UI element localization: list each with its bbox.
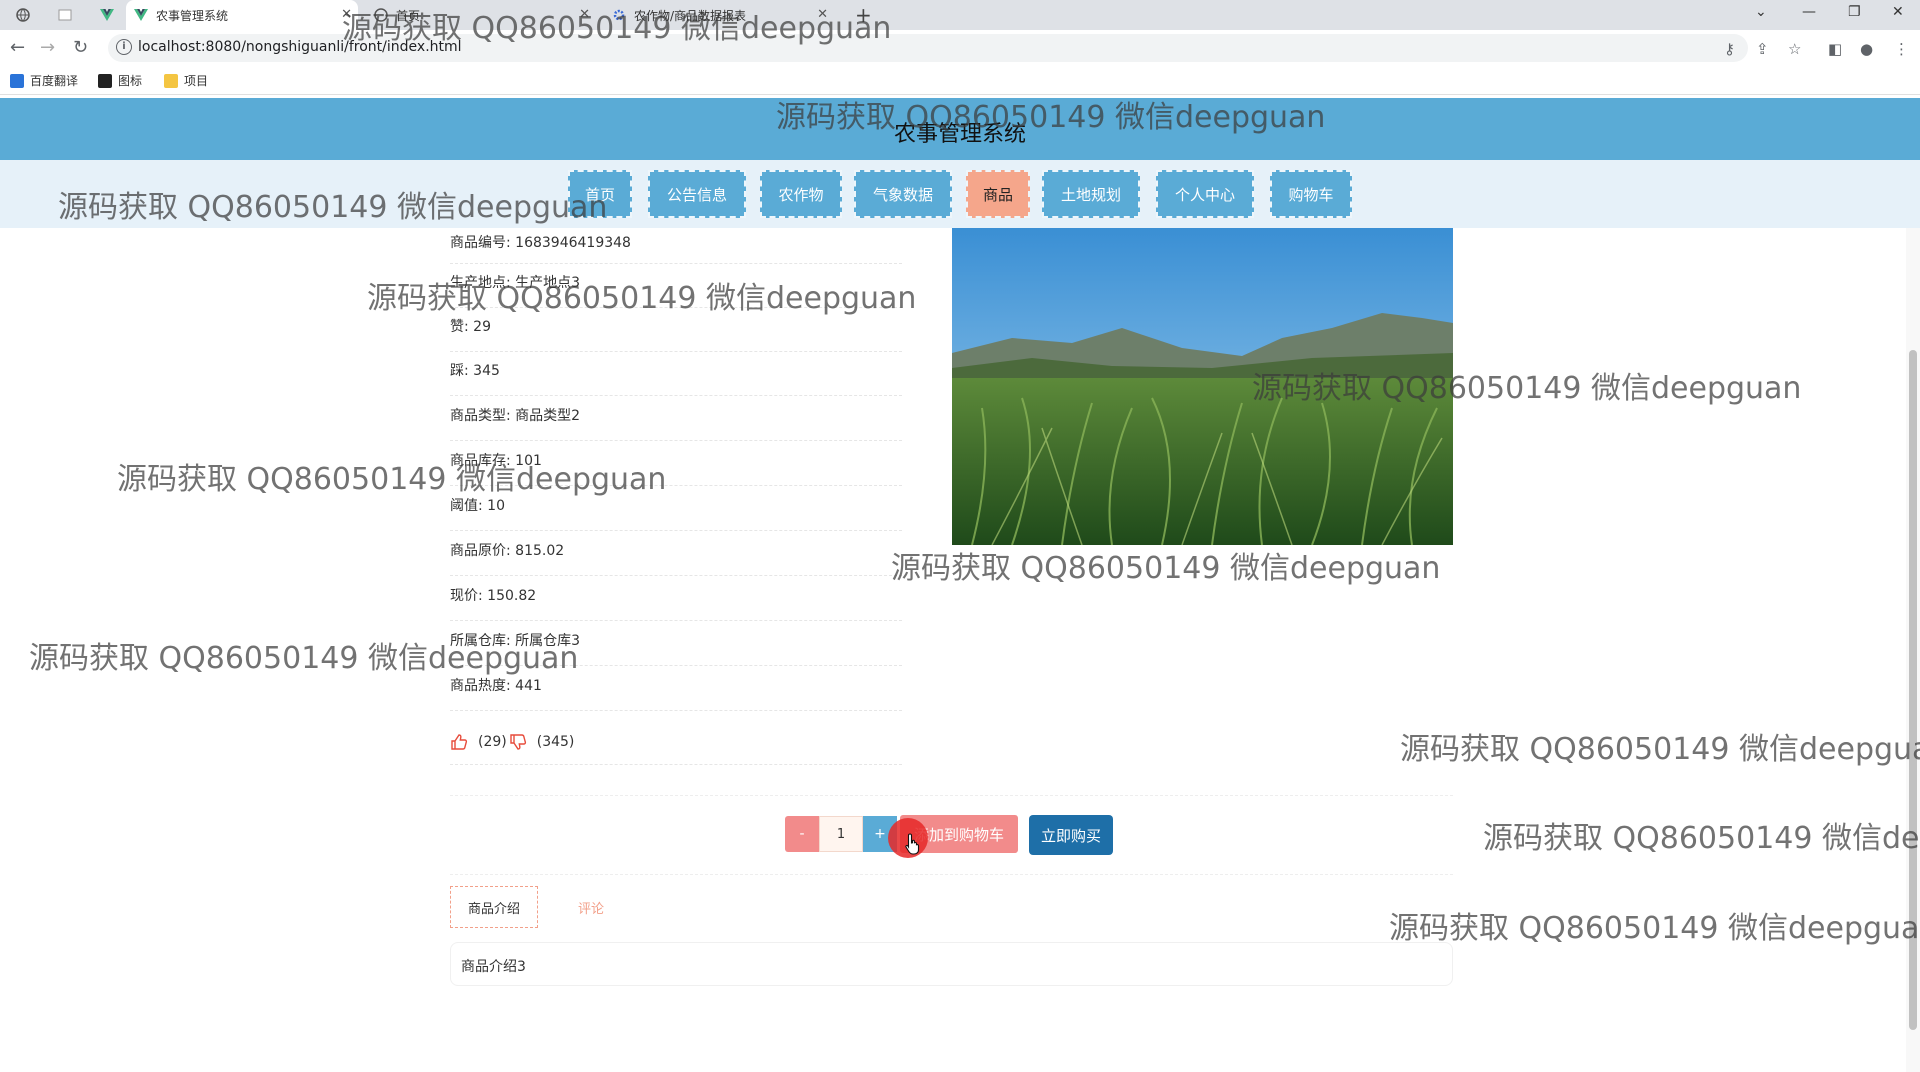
close-icon[interactable]: ✕ [579,7,590,22]
nav-home[interactable]: 首页 [568,170,632,218]
profile-icon[interactable]: ● [1860,40,1873,58]
bookmark-item[interactable]: 图标 [98,72,142,89]
browser-tab-strip: 农事管理系统 ✕ 首页 ✕ 农作物/商品数据报表 ✕ + ⌄ — ❐ ✕ [0,0,1920,30]
field-origin: 生产地点: 生产地点3 [450,264,902,308]
thumbs-down-count: (345) [536,734,575,750]
nav-notices[interactable]: 公告信息 [648,170,746,218]
nav-land-planning[interactable]: 土地规划 [1042,170,1140,218]
watermark: 源码获取 QQ86050149 微信deepguan [891,551,1441,586]
tab-product-intro[interactable]: 商品介绍 [450,886,538,928]
nav-crops[interactable]: 农作物 [760,170,842,218]
browser-tab-pinned-2[interactable] [50,0,90,30]
reload-icon[interactable]: ↻ [73,38,88,58]
new-tab-button[interactable]: + [855,3,872,27]
share-icon[interactable]: ⇪ [1756,40,1769,58]
tab-title: 农作物/商品数据报表 [634,8,747,23]
thumbs-up-count: (29) [478,734,507,750]
minimize-icon[interactable]: — [1802,4,1816,20]
field-stock: 商品库存: 101 [450,442,902,486]
tab-title: 农事管理系统 [156,8,229,23]
forward-icon[interactable]: → [40,38,55,58]
browser-tab-active[interactable]: 农事管理系统 ✕ [126,0,358,30]
bookmark-item[interactable]: 项目 [164,72,208,89]
image-icon [98,73,112,88]
tab-title: 首页 [396,8,421,23]
product-intro-content: 商品介绍3 [450,942,1453,986]
hand-cursor-icon [905,833,921,855]
nav-cart[interactable]: 购物车 [1270,170,1352,218]
url-text: localhost:8080/nongshiguanli/front/index… [138,39,462,55]
key-icon[interactable]: ⚷ [1724,40,1735,58]
product-image [952,228,1453,545]
sidepanel-icon[interactable]: ◧ [1828,40,1842,58]
main-nav: 首页 公告信息 农作物 气象数据 商品 土地规划 个人中心 购物车 [0,160,1920,228]
page-scrollbar-thumb[interactable] [1909,350,1917,1030]
url-input[interactable]: i localhost:8080/nongshiguanli/front/ind… [108,34,1748,62]
watermark: 源码获取 QQ86050149 微信deepguan [1483,821,1920,856]
quantity-decrement-button[interactable]: - [785,816,819,852]
site-title: 农事管理系统 [893,122,1026,147]
star-icon[interactable]: ☆ [1788,40,1801,58]
browser-tab-home[interactable]: 首页 ✕ [366,0,596,30]
bookmark-item[interactable]: 百度翻译 [10,72,78,89]
watermark: 源码获取 QQ86050149 微信deepguan [1389,911,1920,946]
field-original-price: 商品原价: 815.02 [450,532,902,576]
close-icon[interactable]: ✕ [817,7,828,22]
info-icon[interactable]: i [116,39,132,55]
address-bar: ← → ↻ i localhost:8080/nongshiguanli/fro… [0,30,1920,66]
watermark: 源码获取 QQ86050149 微信deepguan [1400,732,1920,767]
vote-row: (29) (345) [450,720,902,765]
window-close-icon[interactable]: ✕ [1892,4,1904,20]
field-likes: 赞: 29 [450,308,902,352]
browser-tab-pinned-1[interactable] [8,0,48,30]
field-type: 商品类型: 商品类型2 [450,397,902,441]
divider [450,874,1453,875]
field-popularity: 商品热度: 441 [450,667,902,711]
page-icon [58,8,72,22]
browser-tab-pinned-3[interactable] [92,0,122,30]
vue-logo-icon [134,8,148,22]
divider [450,795,1453,796]
vue-logo-icon [100,8,114,22]
thumbs-down-icon[interactable] [509,733,527,751]
menu-icon[interactable]: ⋮ [1894,40,1909,58]
globe-icon [374,8,388,22]
bookmarks-bar: 百度翻译 图标 项目 [0,66,1920,95]
close-icon[interactable]: ✕ [341,7,352,22]
field-threshold: 阈值: 10 [450,487,902,531]
folder-icon [164,73,178,88]
thumbs-up-icon[interactable] [450,733,468,751]
back-icon[interactable]: ← [10,38,25,58]
tab-search-icon[interactable]: ⌄ [1755,4,1767,20]
nav-products[interactable]: 商品 [966,170,1030,218]
browser-tab-report[interactable]: 农作物/商品数据报表 ✕ [604,0,834,30]
site-header: 农事管理系统 [0,98,1920,160]
gear-icon [612,8,626,22]
quantity-input[interactable] [819,816,863,852]
buy-now-button[interactable]: 立即购买 [1029,815,1113,855]
restore-icon[interactable]: ❐ [1848,4,1861,20]
tab-comments[interactable]: 评论 [556,886,626,928]
translate-icon [10,73,24,88]
nav-weather[interactable]: 气象数据 [854,170,952,218]
field-product-id: 商品编号: 1683946419348 [450,228,902,264]
field-dislikes: 踩: 345 [450,352,902,396]
field-warehouse: 所属仓库: 所属仓库3 [450,622,902,666]
field-current-price: 现价: 150.82 [450,577,902,621]
globe-icon [16,8,30,22]
nav-profile[interactable]: 个人中心 [1156,170,1254,218]
